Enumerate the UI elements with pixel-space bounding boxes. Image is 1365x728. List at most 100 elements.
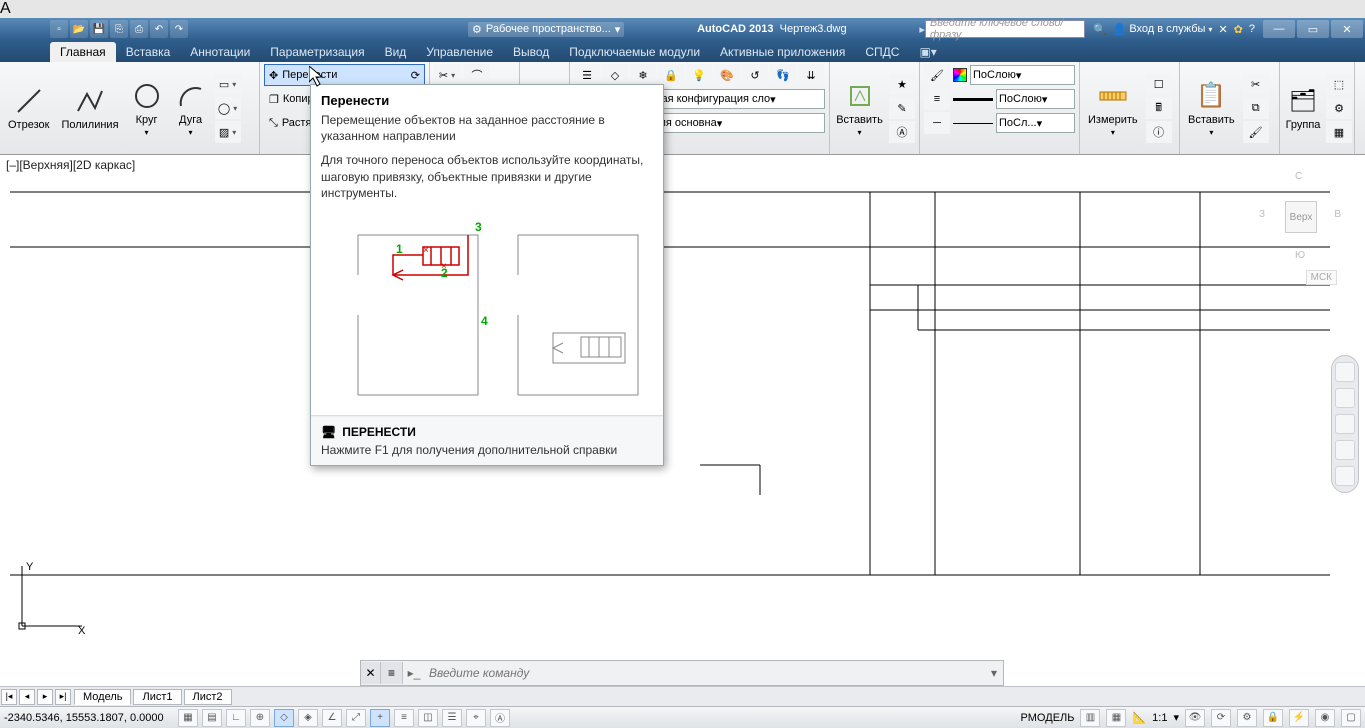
cut-icon[interactable]: ✂ [1243,73,1269,95]
layer-state-icon[interactable]: ☰ [574,64,600,86]
edit-block-icon[interactable]: ✎ [889,97,915,119]
layer-iso-icon[interactable]: ◇ [602,64,628,86]
tab-output[interactable]: Вывод [503,42,559,62]
help-icon[interactable]: ? [1249,23,1255,35]
qat-undo-icon[interactable]: ↶ [150,20,168,38]
tab-spds[interactable]: СПДС [855,42,909,62]
group-bbox-icon[interactable]: ▦ [1326,121,1352,143]
lineweight-combo[interactable]: ПоСлою ▾ [996,89,1075,109]
trim-button[interactable]: ✂ [434,64,460,86]
otrack-toggle[interactable]: ∠ [322,709,342,727]
qat-save-icon[interactable]: 💾 [90,20,108,38]
cursor-coordinates[interactable]: -2340.5346, 15553.1807, 0.0000 [4,712,174,724]
line-button[interactable]: Отрезок [4,83,53,133]
layer-prev-icon[interactable]: ↺ [742,64,768,86]
move-button[interactable]: ✥ Перенести ⟳ [264,64,425,86]
measure-button[interactable]: Измерить▾ [1084,78,1142,139]
tab-home[interactable]: Главная [50,42,116,62]
annoauto-toggle[interactable]: ⟳ [1211,709,1231,727]
nav-pan-icon[interactable] [1335,388,1355,408]
hatch-button[interactable]: ▨ [215,121,241,143]
sc-toggle[interactable]: ⌖ [466,709,486,727]
rotate-icon[interactable]: ⟳ [411,69,420,82]
qat-plot-icon[interactable]: ⎙ [130,20,148,38]
linetype-icon[interactable]: ─ [924,112,950,134]
layer-lock-icon[interactable]: 🔒 [658,64,684,86]
isolate-icon[interactable]: ◉ [1315,709,1335,727]
create-block-icon[interactable]: ★ [889,73,915,95]
viewcube-top-face[interactable]: Верх [1285,201,1317,233]
ellipse-button[interactable]: ◯ [215,97,241,119]
annoscale-icon[interactable]: 📐 [1132,711,1146,724]
group-edit-icon[interactable]: ⚙ [1326,97,1352,119]
sheet-tab-model[interactable]: Модель [74,689,131,705]
quickview-drawings-icon[interactable]: ▦ [1106,709,1126,727]
id-point-icon[interactable]: ⓘ [1146,121,1172,143]
tab-parametric[interactable]: Параметризация [260,42,374,62]
annoscale-value[interactable]: 1:1 [1152,712,1167,724]
cmdline-options-icon[interactable]: ≡ [381,662,403,684]
tab-manage[interactable]: Управление [416,42,503,62]
tab-view[interactable]: Вид [375,42,417,62]
tab-nav-prev[interactable]: ◂ [19,689,35,705]
nav-fullnav-icon[interactable] [1335,362,1355,382]
annovis-toggle[interactable]: 👁 [1185,709,1205,727]
qat-redo-icon[interactable]: ↷ [170,20,188,38]
am-toggle[interactable]: Ⓐ [490,709,510,727]
exchange-icon[interactable]: ✕ [1218,23,1227,36]
arc-button[interactable]: Дуга▾ [171,78,211,139]
cmdline-history-icon[interactable]: ▾ [985,666,1003,680]
lineweight-icon[interactable]: ≡ [924,88,950,110]
nav-zoom-icon[interactable] [1335,414,1355,434]
grid-toggle[interactable]: ▤ [202,709,222,727]
fillet-button[interactable]: ⌒ [464,64,490,86]
layer-match-icon[interactable]: 🎨 [714,64,740,86]
tab-annotate[interactable]: Аннотации [180,42,260,62]
group-button[interactable]: 🗂Группа [1284,83,1322,133]
minimize-button[interactable]: — [1263,20,1295,38]
match-icon[interactable]: 🖌 [1243,121,1269,143]
ungroup-icon[interactable]: ⬚ [1326,73,1352,95]
drawing-area[interactable]: Y X С Ю В З Верх МСК [0,154,1365,686]
sheet-tab-layout2[interactable]: Лист2 [184,689,232,705]
nav-orbit-icon[interactable] [1335,440,1355,460]
workspace-switcher[interactable]: ⚙ Рабочее пространство... ▾ [468,22,624,37]
viewcube-wcs[interactable]: МСК [1306,270,1337,285]
tab-insert[interactable]: Вставка [116,42,181,62]
lwt-toggle[interactable]: ≡ [394,709,414,727]
layer-walk-icon[interactable]: 👣 [770,64,796,86]
tab-nav-last[interactable]: ▸| [55,689,71,705]
help-search-input[interactable]: Введите ключевое слово/фразу [925,20,1085,38]
layer-off-icon[interactable]: 💡 [686,64,712,86]
select-all-icon[interactable]: ☐ [1146,73,1172,95]
navigation-bar[interactable] [1331,355,1359,493]
qat-new-icon[interactable]: ▫ [50,20,68,38]
linetype-combo[interactable]: ПоСл... ▾ [996,113,1075,133]
tab-plugins[interactable]: Подключаемые модули [559,42,710,62]
layer-merge-icon[interactable]: ⇊ [798,64,824,86]
sheet-tab-layout1[interactable]: Лист1 [133,689,181,705]
command-line[interactable]: ✕ ≡ ▸_ ▾ [360,660,1004,686]
circle-button[interactable]: Круг▾ [127,78,167,139]
color-combo[interactable]: ПоСлою ▾ [970,65,1075,85]
ducs-toggle[interactable]: ⤢ [346,709,366,727]
quickview-layouts-icon[interactable]: ▥ [1080,709,1100,727]
command-input[interactable] [425,666,985,680]
hardware-accel-icon[interactable]: ⚡ [1289,709,1309,727]
sign-in-button[interactable]: 👤 Вход в службы ▾ [1113,23,1213,36]
close-button[interactable]: ✕ [1331,20,1363,38]
insert-block-button[interactable]: Вставить▾ [834,78,885,139]
qat-saveas-icon[interactable]: ⎘ [110,20,128,38]
tab-online[interactable]: Активные приложения [710,42,855,62]
stayconnected-icon[interactable]: ✿ [1234,23,1243,36]
polar-toggle[interactable]: ⊕ [250,709,270,727]
matchprop-icon[interactable]: 🖌 [924,64,950,86]
cmdline-close-icon[interactable]: ✕ [361,662,381,684]
osnap-toggle[interactable]: ◇ [274,709,294,727]
nav-showmotion-icon[interactable] [1335,466,1355,486]
app-menu-button[interactable]: A [0,0,1365,18]
viewcube[interactable]: С Ю В З Верх МСК [1255,165,1345,285]
ortho-toggle[interactable]: ∟ [226,709,246,727]
lock-ui-toggle[interactable]: 🔒 [1263,709,1283,727]
layer-freeze-icon[interactable]: ❄ [630,64,656,86]
